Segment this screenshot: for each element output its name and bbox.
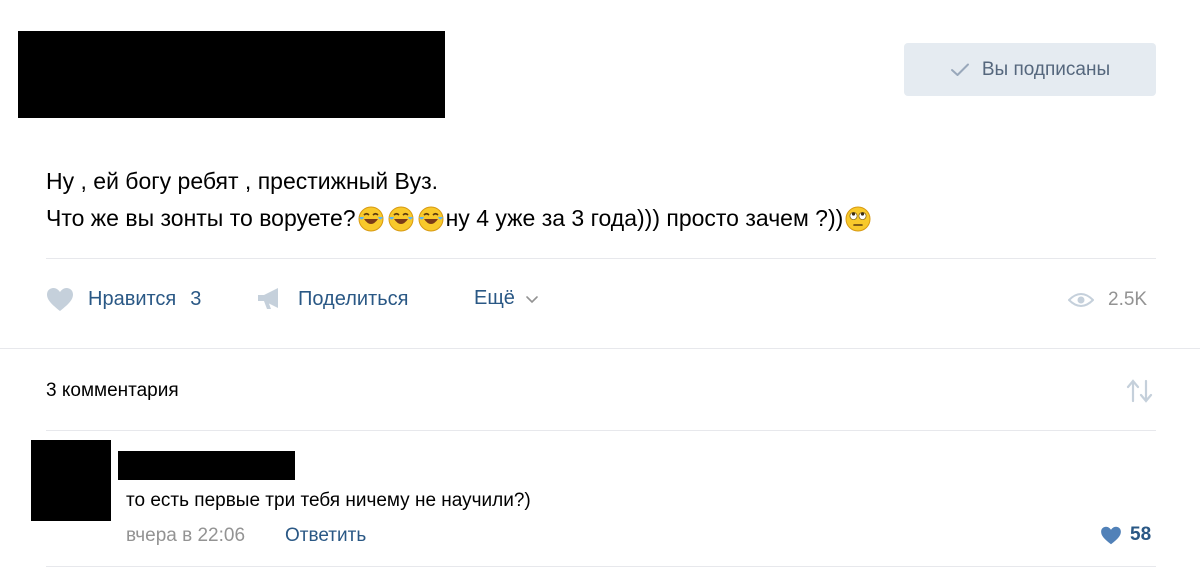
- eye-icon: [1068, 292, 1094, 308]
- heart-icon: [1100, 526, 1122, 545]
- views-count: 2.5K: [1108, 289, 1148, 310]
- sort-icon[interactable]: [1124, 378, 1156, 409]
- like-count: 3: [190, 288, 202, 310]
- comment-bottom-divider: [46, 566, 1156, 567]
- more-label: Ещё: [474, 287, 515, 309]
- comments-divider: [46, 430, 1156, 431]
- megaphone-icon: [256, 287, 284, 311]
- subscribed-button[interactable]: Вы подписаны: [904, 43, 1156, 96]
- check-icon: [950, 63, 969, 76]
- views-counter: 2.5K: [1068, 289, 1147, 311]
- author-redacted-block: [18, 31, 445, 118]
- comment-date: вчера в 22:06: [126, 525, 246, 546]
- comments-count: 3 комментария: [46, 380, 179, 401]
- section-divider: [0, 348, 1200, 349]
- post-text-line-2: Что же вы зонты то воруете? ну 4 уже за: [46, 200, 873, 237]
- chevron-down-icon: [525, 287, 539, 310]
- rolling-eyes-emoji-icon: [845, 206, 871, 231]
- comment-like-count: 58: [1130, 524, 1152, 545]
- like-label: Нравится: [88, 288, 177, 310]
- share-button[interactable]: Поделиться: [256, 287, 408, 311]
- comment-text: то есть первые три тебя ничему не научил…: [126, 490, 531, 511]
- tears-of-joy-emoji-icon: [388, 206, 414, 231]
- comment-author-redacted: [118, 451, 295, 480]
- comment-like-button[interactable]: 58: [1100, 524, 1151, 546]
- tears-of-joy-emoji-icon: [418, 206, 444, 231]
- post-text-line-2-part-1: Что же вы зонты то воруете?: [46, 205, 356, 231]
- comment-avatar-redacted: [31, 440, 111, 521]
- reply-button[interactable]: Ответить: [285, 525, 366, 547]
- heart-icon: [46, 287, 74, 312]
- post-text-line-1: Ну , ей богу ребят , престижный Вуз.: [46, 168, 438, 194]
- tears-of-joy-emoji-icon: [358, 206, 384, 231]
- post-text-line-2-part-2: ну 4 уже за 3 года))) просто зачем ?)): [445, 205, 844, 231]
- like-button[interactable]: Нравится 3: [46, 287, 201, 312]
- more-button[interactable]: Ещё: [474, 287, 539, 310]
- subscribed-button-label: Вы подписаны: [981, 58, 1111, 80]
- post-text: Ну , ей богу ребят , престижный Вуз. Что…: [46, 163, 873, 237]
- post-divider: [46, 258, 1156, 259]
- share-label: Поделиться: [298, 287, 409, 310]
